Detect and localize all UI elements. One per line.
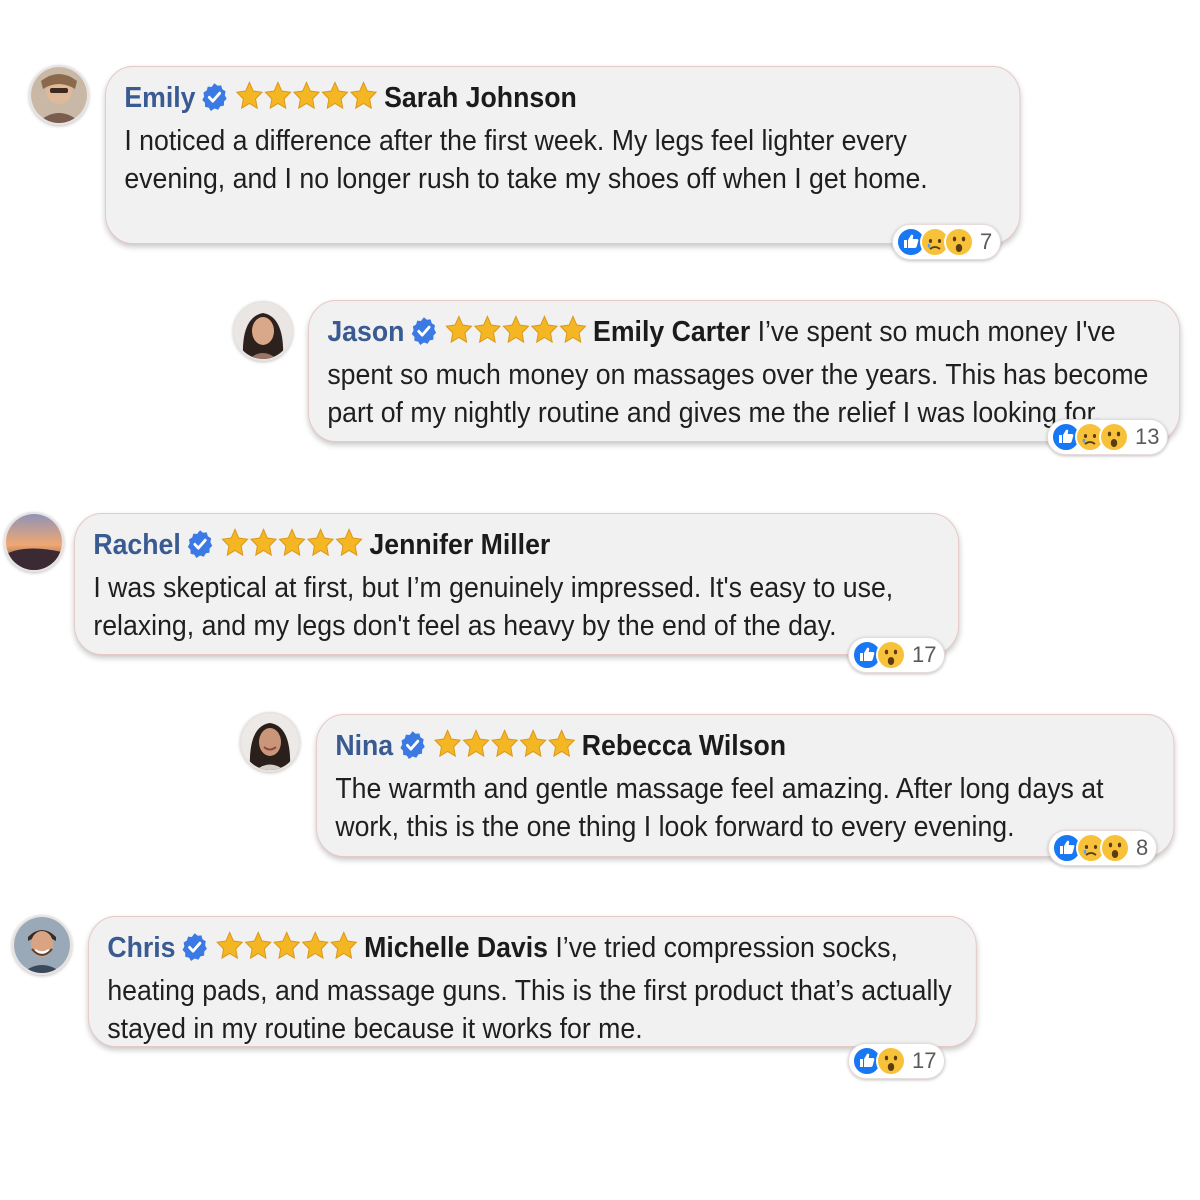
reaction-count: 13	[1135, 424, 1160, 449]
reaction-count: 7	[980, 229, 993, 254]
avatar[interactable]	[12, 915, 72, 975]
verified-badge-icon	[186, 529, 214, 559]
reaction-count: 17	[912, 642, 937, 667]
wow-icon	[876, 640, 906, 670]
review-bubble-4: Nina Rebecca Wilson The warmth and gentle …	[316, 714, 1175, 857]
review-bubble-1: Emily Sarah Johnson I noticed a difference…	[105, 66, 1021, 244]
star-icon	[293, 81, 321, 110]
reaction-count: 17	[912, 1048, 937, 1073]
wow-icon	[1100, 833, 1130, 863]
star-icon	[221, 528, 249, 557]
star-rating	[443, 314, 587, 356]
star-icon	[330, 931, 358, 960]
wow-icon	[1099, 422, 1129, 452]
star-icon	[350, 81, 378, 110]
review-text: I was skeptical at first, but I’m genuin…	[93, 572, 894, 642]
review-bubble-3: Rachel Jennifer Miller I was skeptical at …	[74, 513, 960, 655]
star-icon	[264, 81, 292, 110]
star-icon	[559, 315, 587, 344]
reaction-summary[interactable]: 8	[1048, 830, 1158, 866]
star-icon	[278, 528, 306, 557]
star-rating	[214, 930, 358, 972]
avatar[interactable]	[4, 512, 64, 572]
avatar[interactable]	[233, 301, 293, 361]
reaction-summary[interactable]: 7	[892, 224, 1002, 260]
reviewer-name: Michelle Davis	[364, 932, 549, 964]
star-rating	[219, 527, 363, 569]
verified-badge-icon	[181, 932, 209, 962]
reaction-count: 8	[1136, 835, 1149, 860]
review-text: The warmth and gentle massage feel amazi…	[335, 773, 1104, 843]
avatar[interactable]	[29, 65, 89, 125]
reviewer-name: Rebecca Wilson	[581, 730, 787, 762]
reaction-summary[interactable]: 17	[848, 1043, 946, 1079]
review-bubble-2: Jason Emily Carter I’ve spent so much mone…	[308, 300, 1181, 442]
star-icon	[530, 315, 558, 344]
star-icon	[519, 729, 547, 758]
reaction-summary[interactable]: 13	[1047, 419, 1169, 455]
star-icon	[273, 931, 301, 960]
star-icon	[462, 729, 490, 758]
verified-badge-icon	[410, 316, 438, 346]
star-icon	[490, 729, 519, 758]
star-icon	[244, 931, 272, 960]
avatar-image	[242, 714, 298, 770]
avatar-image	[6, 514, 62, 570]
star-icon	[433, 729, 462, 758]
commenter-name[interactable]: Nina	[335, 730, 393, 762]
avatar-image	[31, 67, 87, 123]
verified-badge-icon	[399, 730, 427, 760]
star-icon	[301, 931, 329, 960]
review-bubble-5: Chris Michelle Davis I’ve tried compressio…	[88, 916, 977, 1047]
commenter-name[interactable]: Jason	[327, 316, 404, 348]
reaction-summary[interactable]: 17	[848, 637, 946, 673]
star-icon	[236, 81, 264, 110]
commenter-name[interactable]: Emily	[124, 82, 195, 114]
commenter-name[interactable]: Chris	[107, 932, 175, 964]
avatar-image	[14, 917, 70, 973]
avatar-image	[235, 303, 291, 359]
star-icon	[216, 931, 244, 960]
avatar[interactable]	[240, 712, 300, 772]
review-text: I noticed a difference after the first w…	[124, 125, 928, 195]
star-icon	[335, 528, 363, 557]
star-rating	[432, 728, 576, 770]
star-icon	[547, 729, 576, 758]
star-icon	[307, 528, 335, 557]
reviewer-name: Sarah Johnson	[384, 82, 577, 114]
reviewer-name: Jennifer Miller	[369, 529, 551, 561]
wow-icon	[876, 1046, 906, 1076]
verified-badge-icon	[201, 82, 229, 112]
star-icon	[445, 315, 473, 344]
star-rating	[234, 80, 378, 122]
star-icon	[250, 528, 278, 557]
star-icon	[321, 81, 349, 110]
commenter-name[interactable]: Rachel	[93, 529, 181, 561]
wow-icon	[944, 227, 974, 257]
star-icon	[502, 315, 530, 344]
reviewer-name: Emily Carter	[593, 316, 751, 348]
star-icon	[473, 315, 501, 344]
